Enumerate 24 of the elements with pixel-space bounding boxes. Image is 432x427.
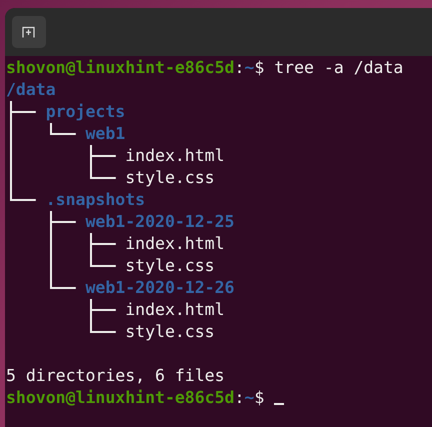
directory-name: .snapshots (46, 189, 146, 211)
file-name: index.html (125, 233, 225, 255)
prompt-user-host: shovon@linuxhint-e86c5d (6, 57, 234, 79)
file-name: style.css (125, 255, 215, 277)
prompt-separator: : (234, 387, 244, 409)
directory-name: web1-2020-12-26 (85, 277, 234, 299)
file-name: style.css (125, 167, 215, 189)
output-text: 5 directories, 6 files (6, 365, 225, 387)
directory-name: web1-2020-12-25 (85, 211, 234, 233)
prompt-path: ~ (244, 57, 254, 79)
directory-name: /data (6, 79, 56, 101)
prompt-path: ~ (244, 387, 254, 409)
prompt-separator: : (234, 57, 244, 79)
directory-name: projects (46, 101, 126, 123)
file-name: index.html (125, 299, 225, 321)
file-name: style.css (125, 321, 215, 343)
prompt-symbol: $ (254, 57, 264, 79)
new-tab-button[interactable] (12, 16, 46, 48)
directory-name: web1 (85, 123, 126, 145)
file-name: index.html (125, 145, 225, 167)
prompt-symbol: $ (254, 387, 264, 409)
command-text: tree -a /data (274, 57, 404, 79)
new-tab-icon (22, 26, 36, 38)
prompt-user-host: shovon@linuxhint-e86c5d (6, 387, 234, 409)
